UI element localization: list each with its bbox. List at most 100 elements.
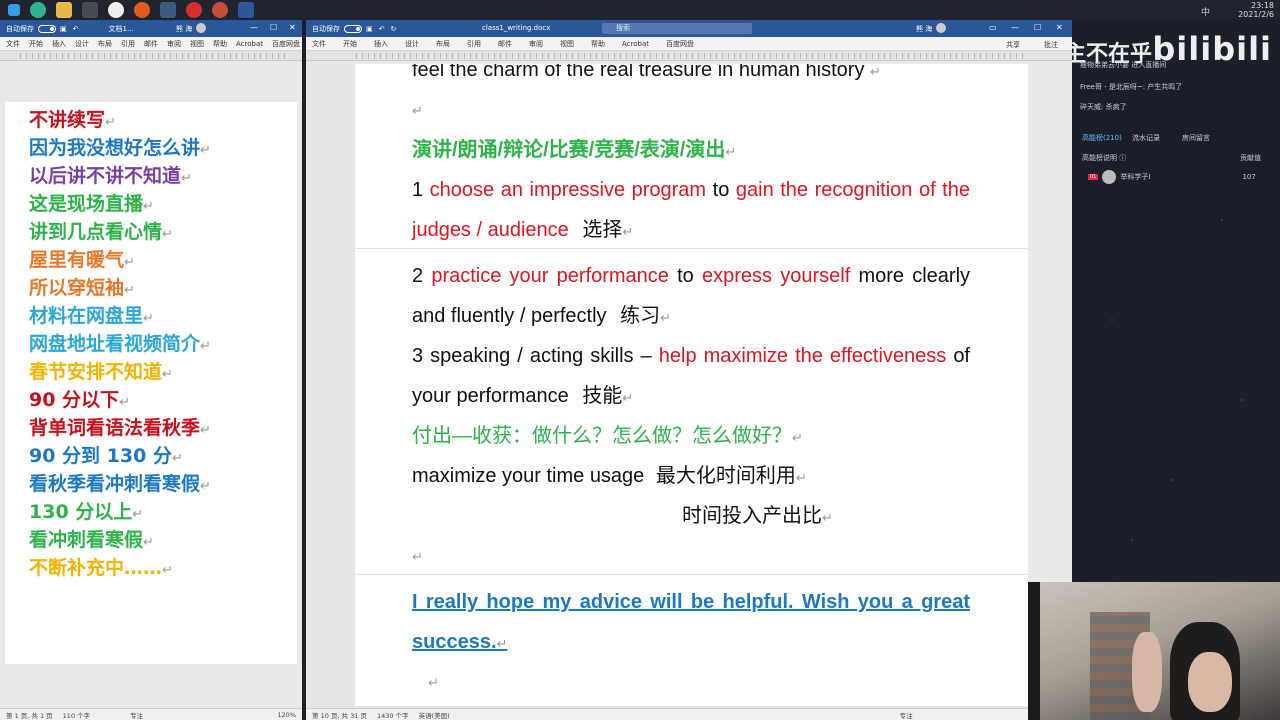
left-doc-line: 不讲续写↵: [5, 106, 297, 134]
menu-insert[interactable]: 插入: [52, 39, 66, 49]
menu-acrobat[interactable]: Acrobat: [236, 40, 263, 48]
language[interactable]: 英语(美国): [419, 710, 450, 720]
tab-records[interactable]: 流水记录: [1132, 133, 1160, 143]
line-text: 看秋季看冲刺看寒假: [29, 473, 201, 495]
minimize-icon[interactable]: —: [1011, 23, 1019, 32]
menu-help[interactable]: 帮助: [213, 39, 227, 49]
doc-item-2: 2 practice your performance to express y…: [412, 265, 971, 327]
menu-file[interactable]: 文件: [312, 39, 326, 49]
autosave-label: 自动保存: [312, 24, 340, 33]
left-document-page[interactable]: 不讲续写↵ 因为我没想好怎么讲↵ 以后讲不讲不知道↵ 这是现场直播↵ 讲到几点看心情↵ 屋…: [5, 102, 297, 664]
avatar[interactable]: [196, 23, 206, 33]
paragraph-mark-icon: ↵: [162, 227, 173, 242]
menu-home[interactable]: 开始: [343, 39, 357, 49]
chrome-icon[interactable]: [212, 2, 228, 18]
rank-title: 高能榜说明 ⓘ: [1082, 154, 1127, 162]
line-text: 不讲续写: [29, 109, 106, 131]
left-doc-line: 看秋季看冲刺看寒假↵: [5, 470, 297, 498]
steam-icon[interactable]: [160, 2, 176, 18]
comment-button[interactable]: 批注: [1044, 40, 1058, 50]
maximize-icon[interactable]: ☐: [270, 23, 277, 32]
line-text: 不断补充中……: [29, 557, 163, 579]
windows-icon[interactable]: [8, 4, 20, 16]
line-text: 网盘地址看视频简介: [29, 333, 201, 355]
paragraph-mark-icon: ↵: [200, 339, 211, 354]
paragraph-mark-icon: ↵: [171, 451, 183, 466]
menu-baidu[interactable]: 百度网盘: [666, 39, 694, 49]
menu-acrobat[interactable]: Acrobat: [622, 40, 649, 48]
menu-home[interactable]: 开始: [29, 39, 43, 49]
status-bar: 第 10 页, 共 31 页 1430 个字 英语(美国) 专注: [306, 708, 1072, 720]
user-name: 熊 海: [916, 25, 933, 33]
doc-closing: I really hope my advice will be helpful.…: [412, 591, 970, 653]
right-document-page[interactable]: feel the charm of the real treasure in h…: [355, 64, 1028, 706]
obs-icon[interactable]: [108, 2, 124, 18]
line-text: 材料在网盘里: [29, 305, 144, 327]
save-icon[interactable]: ▣: [366, 25, 373, 33]
redo-icon[interactable]: ↻: [391, 25, 397, 33]
netease-icon[interactable]: [186, 2, 202, 18]
menu-review[interactable]: 审阅: [167, 39, 181, 49]
left-doc-line: 90 分以下↵: [5, 386, 297, 414]
left-doc-line: 讲到几点看心情↵: [5, 218, 297, 246]
menu-layout[interactable]: 布局: [436, 39, 450, 49]
word-icon[interactable]: [238, 2, 254, 18]
ribbon-options-icon[interactable]: ▭: [989, 23, 997, 32]
menu-help[interactable]: 帮助: [591, 39, 605, 49]
share-button[interactable]: 共享: [1006, 40, 1020, 50]
divider: [1028, 582, 1040, 720]
wechat-icon[interactable]: [82, 2, 98, 18]
menu-insert[interactable]: 插入: [374, 39, 388, 49]
menu-references[interactable]: 引用: [121, 39, 135, 49]
save-icon[interactable]: ▣: [60, 25, 67, 33]
ime-indicator[interactable]: 中: [1201, 5, 1210, 18]
doc-item-1: 1 choose an impressive program to gain t…: [412, 179, 970, 241]
menu-view[interactable]: 视图: [190, 39, 204, 49]
edge-icon[interactable]: [30, 2, 46, 18]
taskbar: 中 23:18 2021/2/6: [0, 0, 1280, 20]
page-boundary: [355, 248, 1028, 249]
vertical-scrollbar[interactable]: [1028, 64, 1072, 582]
tab-messages[interactable]: 房间留言: [1182, 133, 1210, 143]
horizontal-ruler[interactable]: [306, 51, 1072, 61]
menu-mailings[interactable]: 邮件: [498, 39, 512, 49]
line-text: 看冲刺看寒假: [29, 529, 144, 551]
paragraph-mark-icon: ↵: [124, 255, 135, 270]
menu-design[interactable]: 设计: [75, 39, 89, 49]
page-count[interactable]: 第 1 页, 共 1 页: [6, 710, 53, 720]
doc-green-question: 付出—收获：做什么？怎么做？怎么做好？↵: [412, 425, 803, 447]
close-icon[interactable]: ✕: [1056, 23, 1063, 32]
minimize-icon[interactable]: —: [250, 23, 258, 32]
maximize-icon[interactable]: ☐: [1034, 23, 1041, 32]
menu-design[interactable]: 设计: [405, 39, 419, 49]
avatar[interactable]: [936, 23, 946, 33]
undo-icon[interactable]: ↶: [379, 25, 385, 33]
search-box[interactable]: 搜索: [602, 23, 752, 34]
menu-mailings[interactable]: 邮件: [144, 39, 158, 49]
webcam-feed: [1040, 582, 1280, 720]
menu-baidu[interactable]: 百度网盘: [272, 39, 300, 49]
autosave-toggle[interactable]: [38, 24, 56, 33]
page-count[interactable]: 第 10 页, 共 31 页: [312, 710, 367, 720]
autosave-toggle[interactable]: [344, 24, 362, 33]
close-icon[interactable]: ✕: [289, 23, 296, 32]
rank-row[interactable]: 01 举科学子I 107: [1088, 170, 1256, 184]
menu-file[interactable]: 文件: [6, 39, 20, 49]
stream-panel: 主不在乎 bilibili 瘦物弟弟云小宴 进入直播间 Free哥 - 是北辰呀…: [1072, 20, 1280, 582]
tab-rank[interactable]: 高能榜(210): [1082, 133, 1122, 143]
explorer-icon[interactable]: [56, 2, 72, 18]
zoom-level[interactable]: 120%: [277, 711, 296, 719]
focus-button[interactable]: 专注: [130, 710, 143, 720]
focus-button[interactable]: 专注: [900, 710, 913, 720]
firefox-icon[interactable]: [134, 2, 150, 18]
menu-view[interactable]: 视图: [560, 39, 574, 49]
menu-review[interactable]: 审阅: [529, 39, 543, 49]
word-count[interactable]: 110 个字: [63, 710, 90, 720]
doc-ratio-line: 时间投入产出比↵: [682, 505, 833, 527]
word-count[interactable]: 1430 个字: [377, 710, 409, 720]
clock[interactable]: 23:18 2021/2/6: [1238, 1, 1274, 19]
menu-layout[interactable]: 布局: [98, 39, 112, 49]
undo-icon[interactable]: ↶: [73, 25, 79, 33]
menu-references[interactable]: 引用: [467, 39, 481, 49]
horizontal-ruler[interactable]: [0, 51, 302, 61]
